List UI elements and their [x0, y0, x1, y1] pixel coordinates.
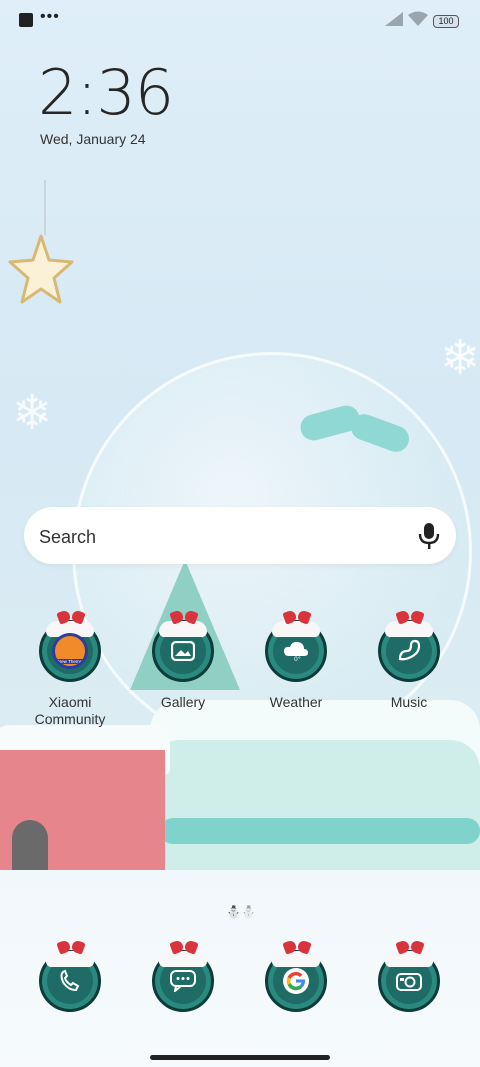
app-gallery[interactable]: Gallery [133, 620, 233, 711]
home-gesture-bar[interactable] [150, 1055, 330, 1060]
status-bar: ••• 100 [0, 0, 480, 40]
phone-icon [39, 950, 101, 1012]
star-string [44, 180, 46, 235]
bow-icon [171, 941, 197, 955]
phone-handset-icon [57, 968, 83, 994]
cake-ribbon [160, 818, 480, 844]
app-label: Music [390, 694, 428, 710]
snowflake-icon: ❄ [440, 332, 480, 385]
music-icon [378, 620, 440, 682]
search-bar[interactable]: Search [24, 507, 456, 564]
dock-google[interactable] [246, 950, 346, 1012]
camera-body-icon [396, 968, 422, 994]
bow-icon [284, 941, 310, 955]
messages-icon [152, 950, 214, 1012]
snowflake-icon: ❄ [12, 387, 53, 440]
app-label: Weather [269, 694, 323, 710]
signal-icon [385, 12, 403, 26]
camera-icon [378, 950, 440, 1012]
search-placeholder: Search [39, 527, 97, 547]
app-xiaomi-community[interactable]: New Theme Xiaomi Community [20, 620, 120, 728]
bow-icon [284, 611, 310, 625]
weather-icon: 0° [265, 620, 327, 682]
community-badge-text: New Theme [55, 659, 85, 664]
bow-icon [58, 941, 84, 955]
xiaomi-community-icon: New Theme [39, 620, 101, 682]
google-g-icon [283, 968, 309, 994]
page-dot-icon: ⛄ [226, 905, 241, 919]
dock-camera[interactable] [359, 950, 459, 1012]
clock-time[interactable]: 2:36 [38, 56, 174, 129]
notification-icon [19, 13, 33, 27]
music-note-icon [396, 638, 422, 664]
wifi-icon [408, 11, 428, 26]
more-notifications-icon: ••• [40, 8, 60, 25]
page-indicator[interactable]: ⛄⛄ [226, 905, 256, 919]
battery-indicator: 100 [433, 15, 459, 28]
app-label: Xiaomi Community [34, 694, 106, 727]
svg-text:0°: 0° [294, 656, 301, 662]
bow-icon [397, 941, 423, 955]
bow-icon [397, 611, 423, 625]
community-badge: New Theme [52, 633, 88, 669]
star-ornament-icon [8, 234, 74, 304]
google-icon [265, 950, 327, 1012]
picture-icon [170, 638, 196, 664]
microphone-icon[interactable] [418, 522, 440, 550]
gallery-icon [152, 620, 214, 682]
bow-icon [58, 611, 84, 625]
clock-date[interactable]: Wed, January 24 [40, 131, 146, 147]
chat-bubble-icon [170, 968, 196, 994]
dock-phone[interactable] [20, 950, 120, 1012]
dock-messages[interactable] [133, 950, 233, 1012]
app-weather[interactable]: 0° Weather [246, 620, 346, 711]
bow-icon [171, 611, 197, 625]
app-label: Gallery [160, 694, 206, 710]
cloud-icon: 0° [283, 638, 309, 664]
page-dot-icon: ⛄ [240, 905, 256, 919]
cake-base [150, 700, 480, 885]
app-music[interactable]: Music [359, 620, 459, 711]
